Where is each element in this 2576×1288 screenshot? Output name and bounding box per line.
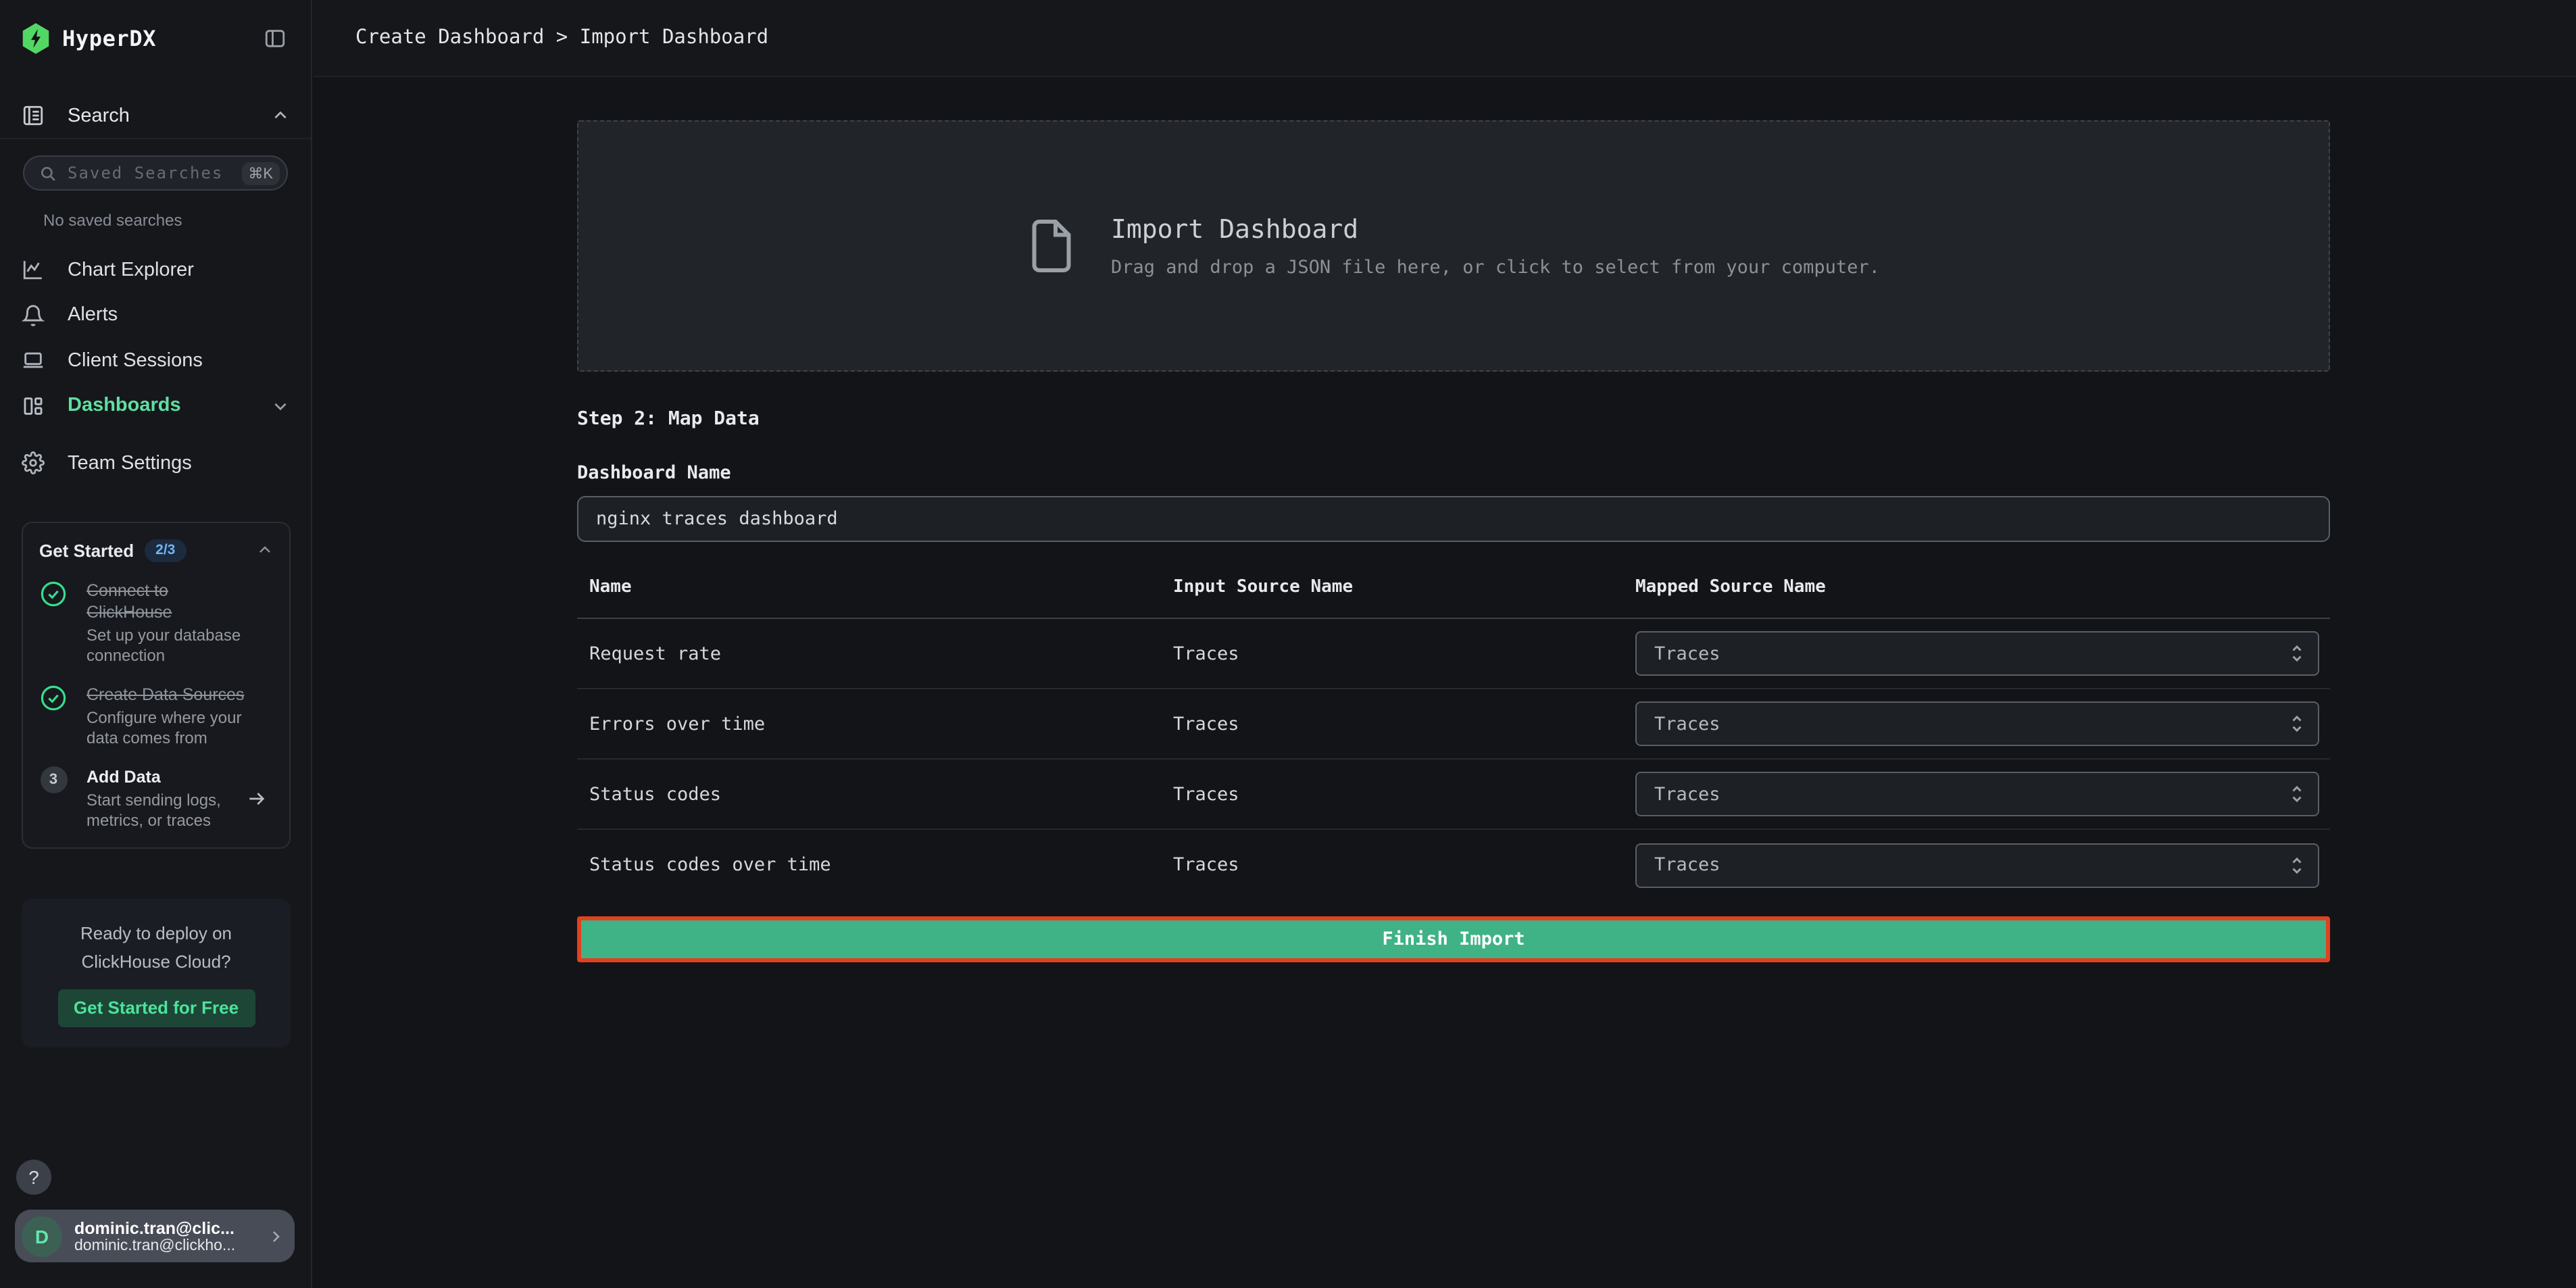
- get-started-step-sources[interactable]: Create Data Sources Configure where your…: [39, 683, 273, 748]
- avatar: D: [22, 1216, 62, 1256]
- get-started-title: Get Started: [39, 540, 134, 560]
- select-caret-icon: [2289, 643, 2304, 664]
- step-desc: Set up your database connection: [86, 625, 251, 666]
- table-row: Errors over time Traces Traces: [577, 689, 2330, 760]
- help-button[interactable]: ?: [16, 1160, 51, 1195]
- sidebar-item-team-settings[interactable]: Team Settings: [0, 441, 311, 486]
- mapped-source-select[interactable]: Traces: [1635, 843, 2319, 887]
- breadcrumb: Create Dashboard > Import Dashboard: [355, 27, 768, 49]
- search-section-label: Search: [68, 105, 130, 126]
- column-header-input-source: Input Source Name: [1173, 577, 1635, 597]
- arrow-right-icon[interactable]: [246, 787, 268, 809]
- chart-icon: [22, 259, 45, 282]
- step-desc: Configure where your data comes from: [86, 708, 251, 748]
- row-name: Request rate: [577, 643, 1173, 664]
- chevron-up-icon[interactable]: [257, 542, 273, 558]
- user-email: dominic.tran@clickho...: [74, 1237, 235, 1254]
- finish-import-button[interactable]: Finish Import: [577, 916, 2330, 962]
- brand-title: HyperDX: [62, 26, 156, 51]
- nav-label: Team Settings: [68, 453, 192, 474]
- hyperdx-app: HyperDX Search Saved Searches ⌘K No save…: [0, 0, 2576, 1288]
- step-title: Create Data Sources: [86, 683, 251, 705]
- nav-label: Client Sessions: [68, 350, 203, 372]
- hyperdx-logo-icon: [22, 23, 50, 54]
- get-started-step-add-data[interactable]: 3 Add Data Start sending logs, metrics, …: [39, 766, 273, 831]
- mapping-table: Name Input Source Name Mapped Source Nam…: [577, 557, 2330, 900]
- select-value: Traces: [1654, 854, 1720, 876]
- cmd-k-shortcut: ⌘K: [241, 162, 280, 184]
- get-started-free-button[interactable]: Get Started for Free: [57, 989, 255, 1026]
- row-input-source: Traces: [1173, 643, 1635, 664]
- step-desc: Start sending logs, metrics, or traces: [86, 790, 251, 831]
- select-value: Traces: [1654, 643, 1720, 664]
- search-section-icon: [22, 104, 45, 127]
- row-name: Errors over time: [577, 713, 1173, 735]
- sidebar-section-search[interactable]: Search: [0, 93, 311, 139]
- nav-label: Alerts: [68, 305, 118, 326]
- step-title: Connect to ClickHouse: [86, 579, 251, 622]
- get-started-step-connect[interactable]: Connect to ClickHouse Set up your databa…: [39, 579, 273, 666]
- select-value: Traces: [1654, 713, 1720, 735]
- check-circle-icon: [39, 579, 68, 608]
- select-value: Traces: [1654, 783, 1720, 805]
- row-name: Status codes: [577, 783, 1173, 805]
- bell-icon: [22, 304, 45, 327]
- table-header-row: Name Input Source Name Mapped Source Nam…: [577, 557, 2330, 619]
- user-menu[interactable]: D dominic.tran@clic... dominic.tran@clic…: [15, 1210, 295, 1262]
- mapped-source-select[interactable]: Traces: [1635, 772, 2319, 816]
- select-caret-icon: [2289, 784, 2304, 804]
- nav-label: Dashboards: [68, 395, 181, 417]
- step-number-badge: 3: [40, 766, 67, 793]
- chevron-down-icon: [272, 397, 289, 415]
- dropzone-subtitle: Drag and drop a JSON file here, or click…: [1111, 256, 1880, 278]
- sidebar-item-alerts[interactable]: Alerts: [0, 293, 311, 338]
- column-header-name: Name: [577, 577, 1173, 597]
- mapped-source-select[interactable]: Traces: [1635, 631, 2319, 676]
- gear-icon: [22, 452, 45, 475]
- get-started-card: Get Started 2/3 Connect to ClickHouse Se…: [22, 521, 291, 848]
- table-row: Request rate Traces Traces: [577, 619, 2330, 689]
- cloud-card-line2: ClickHouse Cloud?: [41, 947, 272, 975]
- nav-label: Chart Explorer: [68, 259, 194, 281]
- sidebar-nav: Chart Explorer Alerts Client Sessions Da…: [0, 247, 311, 486]
- step-title: Add Data: [86, 766, 251, 787]
- laptop-icon: [22, 349, 45, 372]
- file-icon: [1027, 215, 1076, 277]
- saved-searches-placeholder: Saved Searches: [68, 164, 223, 182]
- dashboard-name-label: Dashboard Name: [577, 462, 2330, 484]
- no-saved-searches-text: No saved searches: [43, 211, 311, 230]
- import-dropzone[interactable]: Import Dashboard Drag and drop a JSON fi…: [577, 120, 2330, 372]
- row-input-source: Traces: [1173, 713, 1635, 735]
- row-input-source: Traces: [1173, 854, 1635, 876]
- check-circle-icon: [39, 683, 68, 712]
- column-header-mapped-source: Mapped Source Name: [1635, 577, 2330, 597]
- select-caret-icon: [2289, 855, 2304, 875]
- cloud-card-line1: Ready to deploy on: [41, 918, 272, 947]
- dashboard-name-input[interactable]: [577, 496, 2330, 542]
- dashboards-icon: [22, 395, 45, 418]
- sidebar-collapse-icon[interactable]: [264, 27, 287, 50]
- sidebar-item-chart-explorer[interactable]: Chart Explorer: [0, 247, 311, 293]
- dropzone-title: Import Dashboard: [1111, 214, 1880, 244]
- table-row: Status codes over time Traces Traces: [577, 830, 2330, 900]
- select-caret-icon: [2289, 714, 2304, 734]
- clickhouse-cloud-card: Ready to deploy on ClickHouse Cloud? Get…: [22, 898, 291, 1047]
- mapped-source-select[interactable]: Traces: [1635, 701, 2319, 746]
- main-content: Import Dashboard Drag and drop a JSON fi…: [314, 78, 2576, 1288]
- chevron-right-icon: [268, 1228, 284, 1244]
- table-row: Status codes Traces Traces: [577, 760, 2330, 830]
- sidebar-item-client-sessions[interactable]: Client Sessions: [0, 338, 311, 383]
- row-name: Status codes over time: [577, 854, 1173, 876]
- step-2-heading: Step 2: Map Data: [577, 408, 2330, 430]
- logo-row: HyperDX: [0, 0, 311, 77]
- row-input-source: Traces: [1173, 783, 1635, 805]
- saved-searches-input[interactable]: Saved Searches ⌘K: [23, 155, 288, 191]
- get-started-progress-badge: 2/3: [145, 539, 186, 562]
- sidebar-item-dashboards[interactable]: Dashboards: [0, 383, 311, 428]
- topbar: Create Dashboard > Import Dashboard: [314, 0, 2576, 77]
- sidebar: HyperDX Search Saved Searches ⌘K No save…: [0, 0, 312, 1288]
- search-icon: [39, 164, 57, 182]
- user-name: dominic.tran@clic...: [74, 1218, 235, 1237]
- chevron-up-icon: [272, 107, 289, 124]
